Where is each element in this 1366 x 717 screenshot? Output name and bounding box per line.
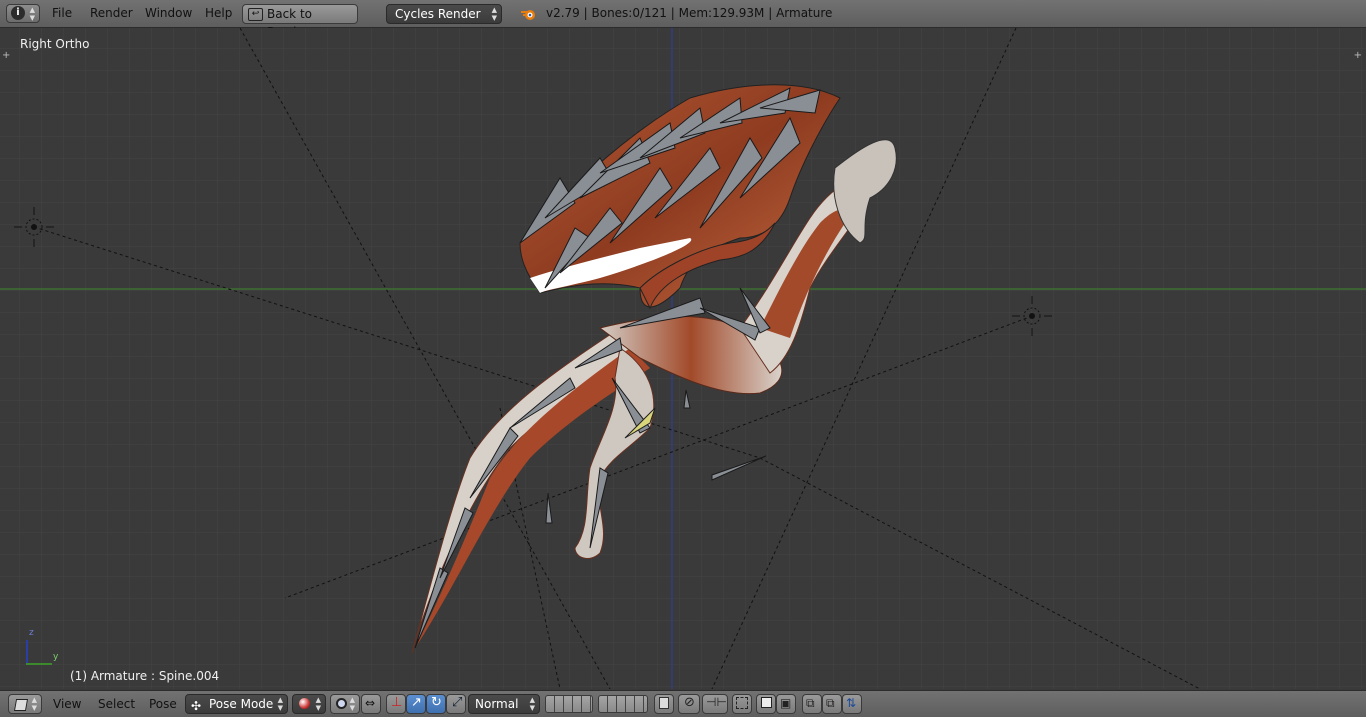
render-engine-label: Cycles Render [395, 7, 481, 21]
rotate-icon: ↻ [431, 695, 442, 710]
snap-target-icon [736, 697, 748, 709]
y-axis-indicator [26, 663, 52, 665]
scale-icon: ⤢ [452, 695, 463, 710]
snap-target-button[interactable] [732, 694, 752, 714]
info-header: i ▲▼ File Render Window Help ↩ Back to P… [0, 0, 1366, 39]
manipulator-toggle[interactable]: ⊥ [386, 694, 406, 714]
menu-window[interactable]: Window [145, 0, 192, 27]
proportional-edit-button[interactable]: ⊘ [678, 694, 700, 714]
properties-toggle-icon[interactable]: + [1354, 50, 1362, 61]
render-animation-button[interactable]: ▣ [776, 694, 796, 714]
lock-icon: ⊘ [684, 695, 695, 710]
pose-mode-label: Pose Mode [209, 697, 274, 711]
scene-stats: v2.79 | Bones:0/121 | Mem:129.93M | Arma… [546, 6, 833, 20]
editor-type-selector[interactable]: ▲ ▼ [8, 694, 42, 714]
layers-icon [659, 697, 669, 709]
chevron-updown-icon: ▲ ▼ [491, 6, 497, 22]
view3d-editor-icon [13, 699, 29, 711]
toolshelf-toggle-icon[interactable]: + [2, 50, 10, 61]
pivot-align-button[interactable]: ⇔ [361, 694, 381, 714]
render-engine-select[interactable]: Cycles Render ▲ ▼ [386, 4, 502, 24]
menu-pose[interactable]: Pose [149, 691, 177, 717]
viewport-shading-icon [299, 698, 310, 709]
camera-icon: ▣ [780, 696, 792, 710]
3d-viewport[interactable]: Right Ortho (1) Armature : Spine.004 z y… [0, 28, 1366, 689]
armature-layers-button[interactable] [654, 694, 674, 714]
menu-file[interactable]: File [52, 0, 72, 27]
viewport-shading-select[interactable]: ▲ ▼ [292, 694, 326, 714]
translate-icon: ↗ [411, 695, 422, 710]
chevron-updown-icon: ▲ ▼ [277, 696, 283, 712]
paste-pose-icon: ⧉ [826, 696, 835, 710]
3d-view-header: ▲ ▼ View Select Pose ✣ Pose Mode ▲ ▼ ▲ ▼ ▲ ▼… [0, 690, 1366, 717]
translate-manipulator-button[interactable]: ↗ [406, 694, 426, 714]
back-icon: ↩ [248, 8, 263, 21]
snap-icon: ⊣⊢ [706, 695, 727, 709]
chevron-updown-icon: ▲ ▼ [31, 696, 37, 712]
editor-type-selector[interactable]: i ▲ ▼ [6, 4, 40, 23]
copy-pose-button[interactable]: ⧉ [802, 694, 822, 714]
menu-select[interactable]: Select [98, 691, 135, 717]
chevron-updown-icon: ▲ ▼ [29, 6, 35, 22]
paste-flipped-pose-button[interactable]: ⇅ [842, 694, 862, 714]
active-object-label: (1) Armature : Spine.004 [70, 669, 220, 683]
scale-manipulator-button[interactable]: ⤢ [446, 694, 466, 714]
chevron-updown-icon: ▲ ▼ [529, 696, 535, 712]
copy-pose-icon: ⧉ [806, 696, 815, 710]
interaction-mode-select[interactable]: ✣ Pose Mode ▲ ▼ [185, 694, 288, 714]
render-icon [761, 697, 772, 708]
pivot-point-select[interactable]: ▲ ▼ [330, 694, 360, 714]
menu-view[interactable]: View [53, 691, 81, 717]
menu-help[interactable]: Help [205, 0, 232, 27]
info-icon: i [11, 6, 25, 20]
snap-element-select[interactable]: ⊣⊢ [702, 694, 728, 714]
scene-layers-group-2[interactable] [598, 695, 648, 713]
menu-render[interactable]: Render [90, 0, 133, 27]
manipulator-icon: ⊥ [391, 695, 403, 710]
render-viewport-button[interactable] [756, 694, 776, 714]
rotate-manipulator-button[interactable]: ↻ [426, 694, 446, 714]
back-to-previous-button[interactable]: ↩ Back to Previous [242, 4, 358, 39]
align-icon: ⇔ [365, 696, 376, 710]
paste-pose-button[interactable]: ⧉ [822, 694, 842, 714]
pivot-icon [336, 698, 347, 709]
chevron-updown-icon: ▲ ▼ [349, 696, 355, 712]
z-axis-indicator [26, 640, 28, 664]
orientation-label: Normal [475, 697, 519, 711]
blender-logo-icon [521, 10, 535, 20]
axis-gizmo: z y [20, 628, 70, 668]
transform-orientation-select[interactable]: Normal ▲ ▼ [468, 694, 540, 714]
scene-layers-group-1[interactable] [545, 695, 593, 713]
paste-flipped-icon: ⇅ [846, 696, 857, 710]
pose-mode-icon: ✣ [191, 699, 202, 713]
viewport-canvas [0, 28, 1366, 689]
view-name-label: Right Ortho [20, 37, 90, 51]
chevron-updown-icon: ▲ ▼ [315, 696, 321, 712]
z-axis-label: z [29, 628, 34, 638]
y-axis-label: y [53, 652, 59, 662]
